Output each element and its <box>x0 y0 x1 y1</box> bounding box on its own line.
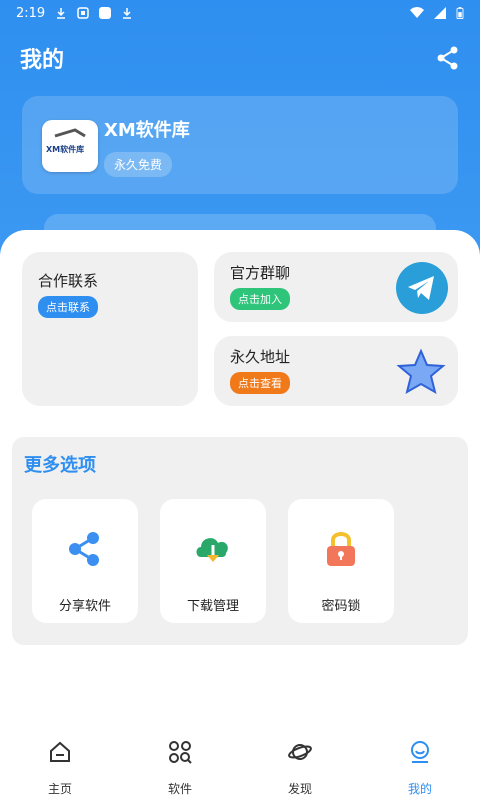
nav-software-label: 软件 <box>167 782 192 796</box>
lock-icon <box>327 532 355 566</box>
contact-pill[interactable]: 点击联系 <box>38 296 98 318</box>
app-logo: XM软件库 <box>42 120 98 172</box>
profile-icon <box>411 741 429 763</box>
planet-icon <box>288 744 312 760</box>
wifi-icon <box>410 7 424 18</box>
download-icon <box>57 8 66 19</box>
address-title: 永久地址 <box>230 348 291 366</box>
download-manager-label: 下载管理 <box>186 599 239 614</box>
group-pill[interactable]: 点击加入 <box>230 288 290 310</box>
nav-discover[interactable]: 发现 <box>250 738 350 796</box>
share-icon[interactable] <box>434 44 462 72</box>
nav-home[interactable]: 主页 <box>10 738 110 796</box>
password-lock-label: 密码锁 <box>321 599 361 614</box>
nav-discover-label: 发现 <box>287 782 312 796</box>
share-software-label: 分享软件 <box>58 599 111 614</box>
nav-mine[interactable]: 我的 <box>370 738 470 796</box>
logo-text: XM软件库 <box>46 145 85 154</box>
status-bar: 2:19 <box>0 0 480 26</box>
nav-mine-label: 我的 <box>407 782 432 796</box>
star-icon <box>396 348 446 395</box>
apps-icon <box>169 741 192 764</box>
contact-card[interactable]: 合作联系 点击联系 <box>22 252 198 406</box>
share-icon <box>69 532 99 566</box>
signal-icon <box>434 7 446 19</box>
address-pill[interactable]: 点击查看 <box>230 372 290 394</box>
app-name: XM软件库 <box>104 120 190 141</box>
cloud-download-icon <box>196 538 228 562</box>
group-card[interactable]: 官方群聊 点击加入 <box>214 252 458 322</box>
contact-title: 合作联系 <box>38 272 99 290</box>
app-notification-icon <box>99 7 112 19</box>
status-time: 2:19 <box>16 5 46 21</box>
profile-card[interactable]: XM软件库 XM软件库 永久免费 <box>22 96 458 194</box>
group-title: 官方群聊 <box>230 264 291 282</box>
battery-icon <box>456 7 464 19</box>
download-manager-tile[interactable]: 下载管理 <box>160 499 266 623</box>
bottom-nav: 主页 软件 发现 我的 <box>0 728 480 800</box>
options-title: 更多选项 <box>24 455 96 476</box>
download-icon <box>123 8 132 19</box>
nav-software[interactable]: 软件 <box>130 738 230 796</box>
free-badge: 永久免费 <box>104 152 173 177</box>
more-options-panel: 更多选项 分享软件 下载管理 密码锁 <box>12 437 468 645</box>
notification-icon <box>77 7 89 19</box>
password-lock-tile[interactable]: 密码锁 <box>288 499 394 623</box>
address-card[interactable]: 永久地址 点击查看 <box>214 336 458 406</box>
telegram-icon <box>396 262 448 314</box>
home-icon <box>50 741 70 762</box>
nav-home-label: 主页 <box>47 782 72 796</box>
page-title: 我的 <box>20 48 65 73</box>
share-software-tile[interactable]: 分享软件 <box>32 499 138 623</box>
